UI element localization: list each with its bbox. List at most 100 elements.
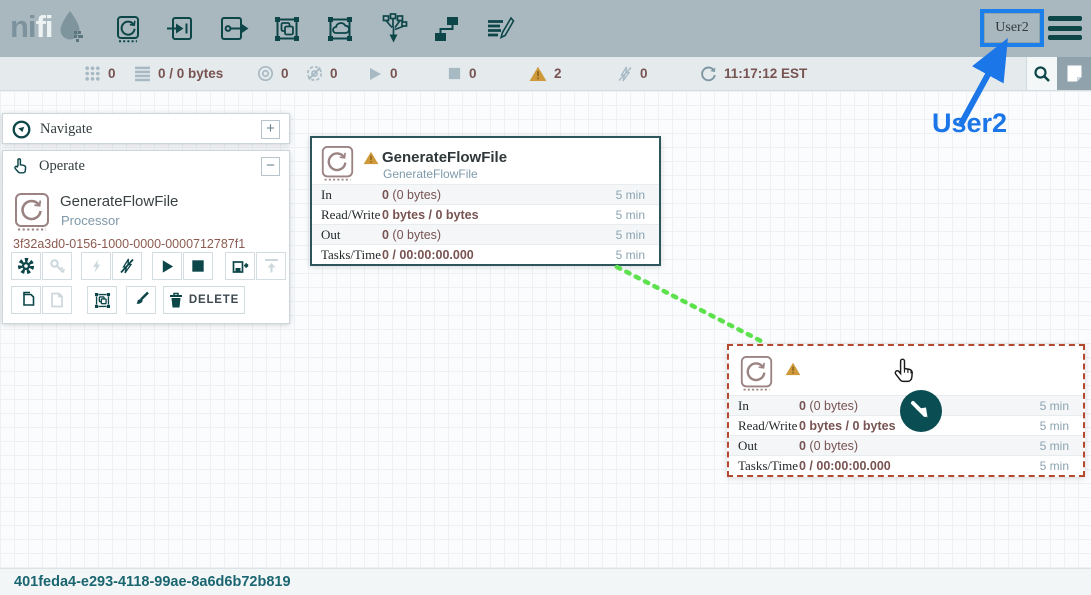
- annotation-user-label: User2: [932, 108, 1007, 139]
- stat-window: 5 min: [616, 228, 659, 242]
- stat-label: Read/Write: [729, 418, 799, 434]
- processor-stamp-icon: [320, 145, 355, 182]
- hand-icon: [12, 157, 30, 176]
- status-queued: 0 / 0 bytes: [134, 57, 223, 90]
- stat-label: Out: [312, 227, 382, 243]
- nifi-logo: nifi: [10, 9, 86, 45]
- navigate-header[interactable]: Navigate +: [3, 114, 289, 144]
- stat-label: Read/Write: [312, 207, 382, 223]
- stopped-square-icon: [447, 66, 462, 81]
- paste-button[interactable]: [42, 286, 72, 314]
- status-invalid: 2: [529, 57, 562, 90]
- flow-status-bar: 0 0 / 0 bytes 0 0 0 0: [0, 57, 1091, 91]
- current-user[interactable]: User2: [984, 13, 1040, 43]
- configure-button[interactable]: [11, 252, 41, 280]
- not-transmitting-icon: [306, 65, 323, 82]
- funnel-icon[interactable]: [377, 13, 409, 45]
- create-template-button[interactable]: [225, 252, 255, 280]
- status-refresh: 11:17:12 EST: [700, 57, 807, 90]
- warning-triangle-icon: [529, 66, 547, 82]
- process-group-icon[interactable]: [271, 13, 303, 45]
- status-stopped: 0: [447, 57, 477, 90]
- stat-label: Out: [729, 438, 799, 454]
- access-policies-button[interactable]: [42, 252, 72, 280]
- copy-button[interactable]: [11, 286, 41, 314]
- stat-value-main: 0 bytes / 0 bytes: [382, 208, 479, 222]
- group-button[interactable]: [87, 286, 117, 314]
- selected-component-id[interactable]: 3f32a3d0-0156-1000-0000-0000712787f1: [13, 237, 245, 251]
- breadcrumb-bar: 401feda4-e293-4118-99ae-8a6d6b72b819: [0, 568, 1091, 595]
- disable-button[interactable]: [112, 252, 142, 280]
- remote-process-group-icon[interactable]: [324, 13, 356, 45]
- processor-generateflowfile[interactable]: GenerateFlowFile GenerateFlowFile In 0 (…: [310, 136, 661, 266]
- group-selection-icon: [93, 291, 112, 310]
- threads-grid-icon: [84, 65, 101, 82]
- stat-window: 5 min: [616, 248, 659, 262]
- stat-value-main: 0 / 00:00:00.000: [799, 459, 891, 473]
- disabled-bolt-icon: [617, 66, 633, 82]
- save-template-icon: [232, 258, 249, 274]
- status-not-transmitting: 0: [306, 57, 338, 90]
- stat-row-out: Out 0 (0 bytes) 5 min: [312, 224, 659, 244]
- status-transmitting: 0: [257, 57, 289, 90]
- status-value: 11:17:12 EST: [724, 66, 807, 81]
- hamburger-bar: [1048, 35, 1082, 40]
- stat-value-main: 0: [799, 399, 806, 413]
- stat-value-sub: (0 bytes): [806, 439, 858, 453]
- refresh-icon[interactable]: [700, 65, 717, 82]
- delete-label: DELETE: [189, 294, 239, 306]
- stat-label: In: [312, 187, 382, 203]
- template-icon[interactable]: [430, 13, 462, 45]
- output-port-icon[interactable]: [218, 13, 250, 45]
- flow-id-breadcrumb[interactable]: 401feda4-e293-4118-99ae-8a6d6b72b819: [14, 574, 291, 590]
- stat-value: 0 bytes / 0 bytes: [382, 208, 479, 222]
- operate-header[interactable]: Operate −: [3, 151, 289, 181]
- navigate-title: Navigate: [40, 121, 92, 138]
- processor-icon[interactable]: [112, 13, 144, 45]
- warning-triangle-icon: [785, 362, 801, 376]
- operate-panel: Operate − GenerateFlowFile Processor 3f3…: [2, 150, 290, 324]
- status-value: 0: [330, 66, 338, 81]
- search-icon: [1033, 65, 1051, 83]
- stat-row-out: Out 0 (0 bytes) 5 min: [729, 435, 1083, 455]
- global-menu-button[interactable]: [1048, 16, 1082, 40]
- hamburger-bar: [1048, 16, 1082, 21]
- label-icon[interactable]: [483, 13, 515, 45]
- drop-target-badge-icon: [899, 389, 943, 433]
- stat-row-readwrite: Read/Write 0 bytes / 0 bytes 5 min: [312, 204, 659, 224]
- bulletin-note-button[interactable]: [1057, 57, 1091, 90]
- delete-button[interactable]: DELETE: [163, 286, 245, 314]
- stat-window: 5 min: [1040, 419, 1083, 433]
- input-port-icon[interactable]: [165, 13, 197, 45]
- current-user-highlight: User2: [980, 9, 1044, 47]
- color-button[interactable]: [126, 286, 156, 314]
- upload-template-button[interactable]: [256, 252, 286, 280]
- start-button[interactable]: [152, 252, 182, 280]
- stat-value: 0 (0 bytes): [799, 439, 858, 453]
- selected-component-name: GenerateFlowFile: [60, 193, 178, 210]
- component-toolbar: [112, 0, 515, 57]
- status-active-threads: 0: [84, 57, 116, 90]
- stat-label: Tasks/Time: [729, 458, 799, 474]
- key-icon: [49, 258, 66, 275]
- stat-window: 5 min: [616, 208, 659, 222]
- enable-button[interactable]: [81, 252, 111, 280]
- play-icon: [160, 259, 175, 274]
- operate-collapse-button[interactable]: −: [261, 157, 280, 176]
- stat-value: 0 / 00:00:00.000: [799, 459, 891, 473]
- queued-list-icon: [134, 65, 151, 82]
- stat-window: 5 min: [1040, 399, 1083, 413]
- stop-button[interactable]: [183, 252, 213, 280]
- stat-value: 0 (0 bytes): [382, 228, 441, 242]
- search-button[interactable]: [1026, 57, 1057, 90]
- navigate-expand-button[interactable]: +: [261, 120, 280, 139]
- stat-value: 0 / 00:00:00.000: [382, 248, 474, 262]
- hamburger-bar: [1048, 26, 1082, 31]
- mouse-hand-cursor: [891, 357, 918, 387]
- stat-value: 0 bytes / 0 bytes: [799, 419, 896, 433]
- stat-window: 5 min: [1040, 439, 1083, 453]
- logo-text-ni: ni: [10, 9, 36, 45]
- nifi-drop-icon: [56, 9, 86, 45]
- logo-text-fi: fi: [36, 9, 53, 45]
- stat-row-tasks: Tasks/Time 0 / 00:00:00.000 5 min: [312, 244, 659, 264]
